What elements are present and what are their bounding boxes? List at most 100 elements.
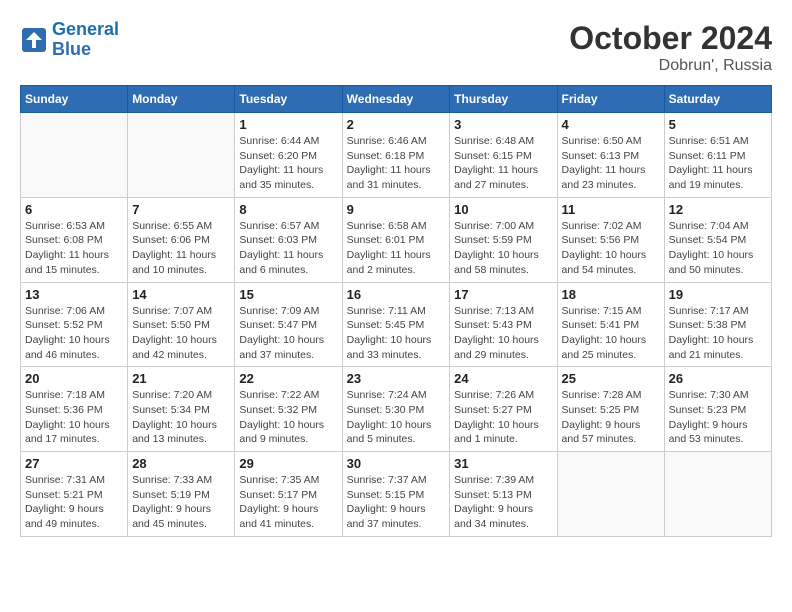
logo-line1: General: [52, 19, 119, 39]
calendar-cell: 21 Sunrise: 7:20 AM Sunset: 5:34 PM Dayli…: [128, 367, 235, 452]
calendar-cell: 1 Sunrise: 6:44 AM Sunset: 6:20 PM Daylig…: [235, 113, 342, 198]
day-number: 23: [347, 371, 446, 386]
day-number: 1: [239, 117, 337, 132]
day-number: 31: [454, 456, 552, 471]
day-number: 29: [239, 456, 337, 471]
day-info: Sunrise: 6:50 AM Sunset: 6:13 PM Dayligh…: [562, 134, 660, 193]
day-number: 18: [562, 287, 660, 302]
day-number: 3: [454, 117, 552, 132]
calendar-cell: 27 Sunrise: 7:31 AM Sunset: 5:21 PM Dayli…: [21, 452, 128, 537]
day-info: Sunrise: 7:18 AM Sunset: 5:36 PM Dayligh…: [25, 388, 123, 447]
day-number: 19: [669, 287, 767, 302]
calendar-cell: [664, 452, 771, 537]
day-number: 17: [454, 287, 552, 302]
calendar-cell: 8 Sunrise: 6:57 AM Sunset: 6:03 PM Daylig…: [235, 197, 342, 282]
day-info: Sunrise: 6:58 AM Sunset: 6:01 PM Dayligh…: [347, 219, 446, 278]
day-info: Sunrise: 7:22 AM Sunset: 5:32 PM Dayligh…: [239, 388, 337, 447]
day-info: Sunrise: 7:11 AM Sunset: 5:45 PM Dayligh…: [347, 304, 446, 363]
calendar-cell: 17 Sunrise: 7:13 AM Sunset: 5:43 PM Dayli…: [450, 282, 557, 367]
calendar-cell: 16 Sunrise: 7:11 AM Sunset: 5:45 PM Dayli…: [342, 282, 450, 367]
title-block: October 2024 Dobrun', Russia: [569, 20, 772, 75]
day-number: 30: [347, 456, 446, 471]
day-info: Sunrise: 7:15 AM Sunset: 5:41 PM Dayligh…: [562, 304, 660, 363]
calendar-cell: 12 Sunrise: 7:04 AM Sunset: 5:54 PM Dayli…: [664, 197, 771, 282]
day-number: 8: [239, 202, 337, 217]
logo-text: General Blue: [52, 20, 119, 60]
day-number: 22: [239, 371, 337, 386]
calendar-cell: 4 Sunrise: 6:50 AM Sunset: 6:13 PM Daylig…: [557, 113, 664, 198]
day-number: 25: [562, 371, 660, 386]
calendar-cell: 9 Sunrise: 6:58 AM Sunset: 6:01 PM Daylig…: [342, 197, 450, 282]
page-header: General Blue October 2024 Dobrun', Russi…: [20, 20, 772, 75]
calendar-cell: [21, 113, 128, 198]
calendar-header-row: Sunday Monday Tuesday Wednesday Thursday…: [21, 86, 772, 113]
calendar-cell: 25Sunrise: 7:28 AM Sunset: 5:25 PM Dayli…: [557, 367, 664, 452]
calendar-cell: 10 Sunrise: 7:00 AM Sunset: 5:59 PM Dayli…: [450, 197, 557, 282]
day-info: Sunrise: 6:53 AM Sunset: 6:08 PM Dayligh…: [25, 219, 123, 278]
day-info: Sunrise: 7:37 AM Sunset: 5:15 PM Dayligh…: [347, 473, 446, 532]
day-number: 20: [25, 371, 123, 386]
day-info: Sunrise: 7:20 AM Sunset: 5:34 PM Dayligh…: [132, 388, 230, 447]
day-info: Sunrise: 7:24 AM Sunset: 5:30 PM Dayligh…: [347, 388, 446, 447]
calendar-cell: 6 Sunrise: 6:53 AM Sunset: 6:08 PM Daylig…: [21, 197, 128, 282]
day-info: Sunrise: 6:44 AM Sunset: 6:20 PM Dayligh…: [239, 134, 337, 193]
calendar-cell: 29Sunrise: 7:35 AM Sunset: 5:17 PM Dayli…: [235, 452, 342, 537]
calendar-cell: [128, 113, 235, 198]
day-info: Sunrise: 7:00 AM Sunset: 5:59 PM Dayligh…: [454, 219, 552, 278]
calendar-cell: 19Sunrise: 7:17 AM Sunset: 5:38 PM Dayli…: [664, 282, 771, 367]
day-number: 27: [25, 456, 123, 471]
day-number: 26: [669, 371, 767, 386]
day-info: Sunrise: 7:30 AM Sunset: 5:23 PM Dayligh…: [669, 388, 767, 447]
calendar-week-row: 6 Sunrise: 6:53 AM Sunset: 6:08 PM Daylig…: [21, 197, 772, 282]
col-sunday: Sunday: [21, 86, 128, 113]
calendar-cell: 13 Sunrise: 7:06 AM Sunset: 5:52 PM Dayli…: [21, 282, 128, 367]
logo: General Blue: [20, 20, 119, 60]
location-title: Dobrun', Russia: [569, 57, 772, 75]
calendar-cell: 15Sunrise: 7:09 AM Sunset: 5:47 PM Dayli…: [235, 282, 342, 367]
day-number: 7: [132, 202, 230, 217]
day-info: Sunrise: 6:57 AM Sunset: 6:03 PM Dayligh…: [239, 219, 337, 278]
day-number: 4: [562, 117, 660, 132]
calendar-cell: 14 Sunrise: 7:07 AM Sunset: 5:50 PM Dayli…: [128, 282, 235, 367]
day-info: Sunrise: 7:06 AM Sunset: 5:52 PM Dayligh…: [25, 304, 123, 363]
day-info: Sunrise: 6:51 AM Sunset: 6:11 PM Dayligh…: [669, 134, 767, 193]
col-friday: Friday: [557, 86, 664, 113]
day-number: 21: [132, 371, 230, 386]
day-info: Sunrise: 7:09 AM Sunset: 5:47 PM Dayligh…: [239, 304, 337, 363]
day-number: 28: [132, 456, 230, 471]
day-number: 24: [454, 371, 552, 386]
day-number: 10: [454, 202, 552, 217]
day-info: Sunrise: 7:04 AM Sunset: 5:54 PM Dayligh…: [669, 219, 767, 278]
logo-icon: [20, 26, 48, 54]
calendar-week-row: 13 Sunrise: 7:06 AM Sunset: 5:52 PM Dayli…: [21, 282, 772, 367]
col-thursday: Thursday: [450, 86, 557, 113]
day-info: Sunrise: 7:26 AM Sunset: 5:27 PM Dayligh…: [454, 388, 552, 447]
calendar-cell: 30 Sunrise: 7:37 AM Sunset: 5:15 PM Dayli…: [342, 452, 450, 537]
day-number: 16: [347, 287, 446, 302]
day-number: 12: [669, 202, 767, 217]
calendar-table: Sunday Monday Tuesday Wednesday Thursday…: [20, 85, 772, 537]
calendar-week-row: 1 Sunrise: 6:44 AM Sunset: 6:20 PM Daylig…: [21, 113, 772, 198]
calendar-cell: 28Sunrise: 7:33 AM Sunset: 5:19 PM Dayli…: [128, 452, 235, 537]
col-tuesday: Tuesday: [235, 86, 342, 113]
day-number: 14: [132, 287, 230, 302]
calendar-cell: 11Sunrise: 7:02 AM Sunset: 5:56 PM Dayli…: [557, 197, 664, 282]
logo-line2: Blue: [52, 39, 91, 59]
col-saturday: Saturday: [664, 86, 771, 113]
calendar-cell: 31 Sunrise: 7:39 AM Sunset: 5:13 PM Dayli…: [450, 452, 557, 537]
day-info: Sunrise: 7:31 AM Sunset: 5:21 PM Dayligh…: [25, 473, 123, 532]
day-info: Sunrise: 7:13 AM Sunset: 5:43 PM Dayligh…: [454, 304, 552, 363]
calendar-cell: 20 Sunrise: 7:18 AM Sunset: 5:36 PM Dayli…: [21, 367, 128, 452]
calendar-week-row: 27 Sunrise: 7:31 AM Sunset: 5:21 PM Dayli…: [21, 452, 772, 537]
calendar-cell: 7Sunrise: 6:55 AM Sunset: 6:06 PM Daylig…: [128, 197, 235, 282]
day-number: 9: [347, 202, 446, 217]
day-info: Sunrise: 6:48 AM Sunset: 6:15 PM Dayligh…: [454, 134, 552, 193]
day-number: 13: [25, 287, 123, 302]
day-number: 6: [25, 202, 123, 217]
calendar-cell: 26 Sunrise: 7:30 AM Sunset: 5:23 PM Dayli…: [664, 367, 771, 452]
day-info: Sunrise: 7:07 AM Sunset: 5:50 PM Dayligh…: [132, 304, 230, 363]
day-info: Sunrise: 6:46 AM Sunset: 6:18 PM Dayligh…: [347, 134, 446, 193]
day-info: Sunrise: 7:39 AM Sunset: 5:13 PM Dayligh…: [454, 473, 552, 532]
calendar-cell: 22 Sunrise: 7:22 AM Sunset: 5:32 PM Dayli…: [235, 367, 342, 452]
calendar-cell: 23 Sunrise: 7:24 AM Sunset: 5:30 PM Dayli…: [342, 367, 450, 452]
